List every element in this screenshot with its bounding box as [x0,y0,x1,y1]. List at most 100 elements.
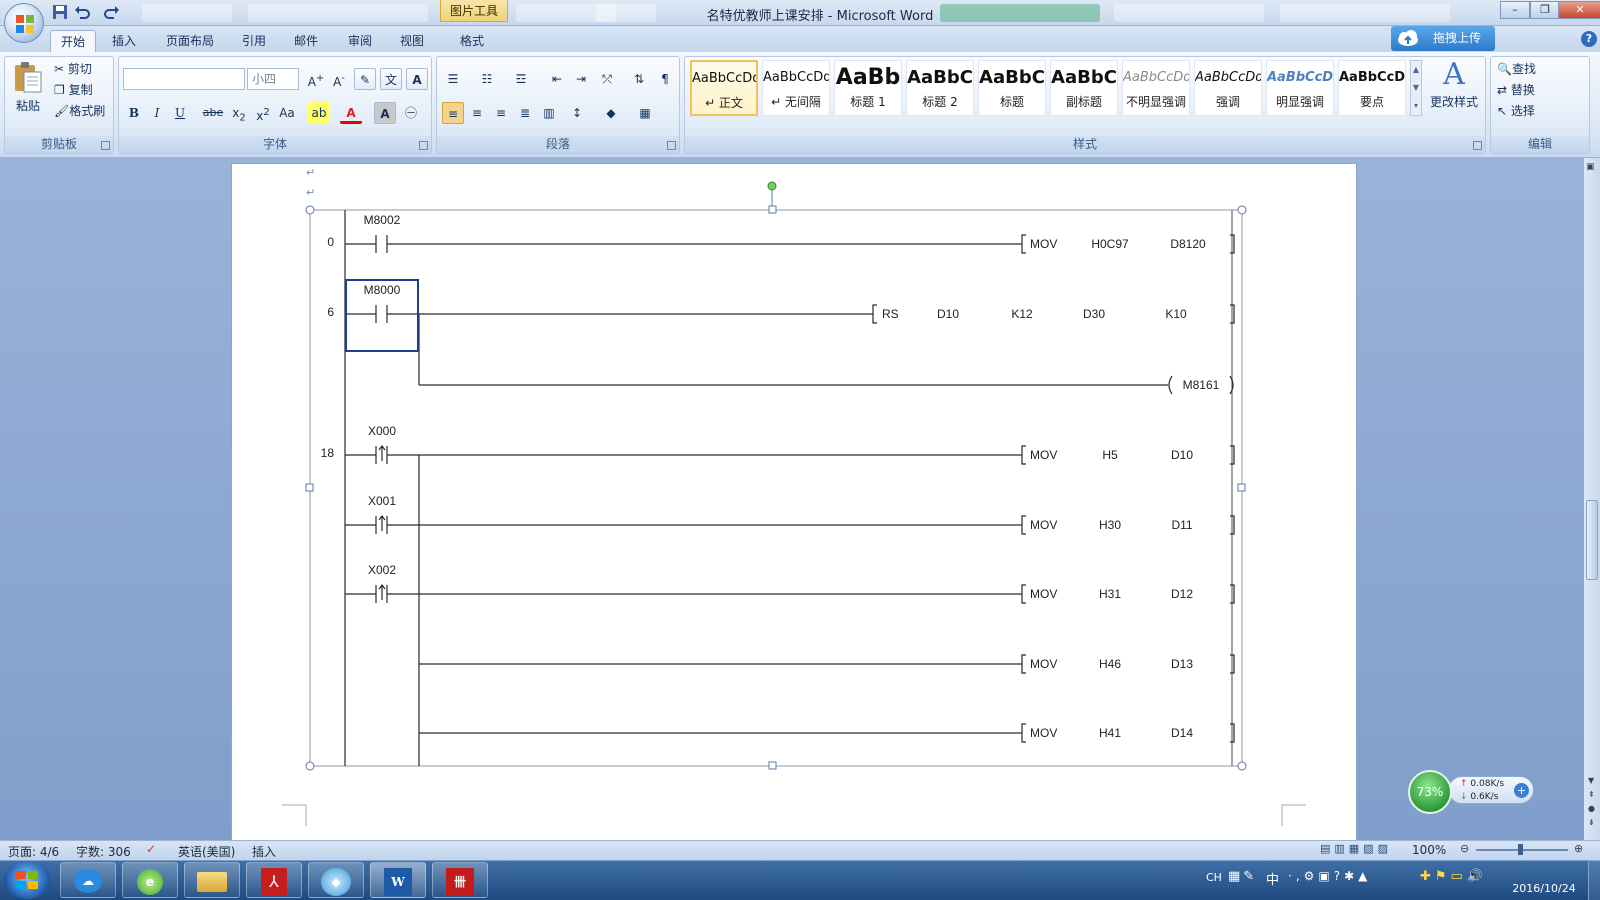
shrink-font-button[interactable]: A- [328,68,350,90]
sort-icon[interactable]: ⇅ [628,68,650,90]
text-direction-icon[interactable]: ⤱ [596,68,618,90]
rotate-handle[interactable] [767,181,777,191]
cut-button[interactable]: ✂ 剪切 [54,59,92,79]
zoom-in-icon[interactable]: ⊕ [1574,842,1583,855]
taskbar-app-dolphin[interactable]: ◆ [308,862,364,898]
tab-mailings[interactable]: 邮件 [284,30,328,52]
style-emphasis[interactable]: AaBbCcDd 强调 [1194,60,1262,116]
style-normal[interactable]: AaBbCcDd ↵ 正文 [690,60,758,116]
bullets-icon[interactable]: ☰ [442,68,464,90]
char-border-icon[interactable]: A [406,68,428,90]
styles-scroll[interactable]: ▲ ▼ ▾ [1410,60,1422,116]
shading-icon[interactable]: ◆ [600,102,622,124]
bold-button[interactable]: B [123,102,145,124]
find-button[interactable]: 🔍查找 [1497,59,1536,79]
ruler-toggle-icon[interactable]: ▣ [1586,162,1595,172]
clear-format-icon[interactable]: ✎ [354,68,376,90]
office-button[interactable] [4,3,44,43]
tab-review[interactable]: 审阅 [338,30,382,52]
tab-format[interactable]: 格式 [450,30,494,52]
style-subtitle[interactable]: AaBbC 副标题 [1050,60,1118,116]
font-size-combo[interactable]: 小四 [247,68,299,90]
close-button[interactable]: ✕ [1558,1,1600,19]
change-styles-button[interactable]: A 更改样式 [1426,58,1482,128]
zoom-out-icon[interactable]: ⊖ [1460,842,1469,855]
proofing-icon[interactable]: ✓ [146,842,156,856]
save-icon[interactable] [52,4,68,20]
align-right-icon[interactable]: ≡ [490,102,512,124]
taskbar-app-browser[interactable]: e [122,862,178,898]
font-name-combo[interactable] [123,68,245,90]
dialog-launcher-icon[interactable] [1473,141,1482,150]
align-left-icon[interactable]: ≡ [442,102,464,124]
selection-handles[interactable] [305,205,1247,771]
enclose-char-icon[interactable]: ㊀ [400,102,422,124]
system-clock[interactable]: 2016/10/24 [1504,862,1584,898]
taskbar-app-cloud[interactable]: ☁ [60,862,116,898]
copy-button[interactable]: ❐ 复制 [54,80,93,100]
align-center-icon[interactable]: ≡ [466,102,488,124]
add-icon[interactable]: + [1514,783,1529,798]
format-painter-button[interactable]: 🖌格式刷 [54,101,105,121]
insert-mode[interactable]: 插入 [252,843,276,860]
paste-button[interactable]: 粘贴 [16,96,40,116]
help-icon[interactable]: ? [1581,31,1597,47]
browse-object-icons[interactable]: ▼ ⇞ ● ⇟ [1588,774,1595,830]
tab-home[interactable]: 开始 [50,30,97,52]
style-intense-emphasis[interactable]: AaBbCcDd 明显强调 [1266,60,1334,116]
superscript-button[interactable]: x2 [252,102,274,124]
start-button[interactable] [4,861,50,899]
strikethrough-button[interactable]: abe [202,102,224,124]
char-shading-icon[interactable]: A [374,102,396,124]
tab-view[interactable]: 视图 [390,30,434,52]
undo-icon[interactable] [74,4,90,20]
view-buttons[interactable]: ▤▥▦▧▨ [1320,842,1406,858]
word-count[interactable]: 字数: 306 [76,843,131,860]
dialog-launcher-icon[interactable] [419,141,428,150]
zoom-slider-thumb[interactable] [1518,844,1523,855]
style-no-spacing[interactable]: AaBbCcDd ↵ 无间隔 [762,60,830,116]
tray-icons[interactable]: ✚⚑▭🔊 [1420,869,1487,884]
tab-insert[interactable]: 插入 [102,30,146,52]
taskbar-app-word[interactable]: W [370,862,426,898]
style-subtle-emphasis[interactable]: AaBbCcDd 不明显强调 [1122,60,1190,116]
taskbar-app-explorer[interactable] [184,862,240,898]
taskbar-app-editor[interactable]: 卌 [432,862,488,898]
style-heading-1[interactable]: AaBb 标题 1 [834,60,902,116]
paste-icon[interactable] [12,60,44,94]
taskbar-app-pdf[interactable]: ⅄ [246,862,302,898]
vertical-scrollbar[interactable] [1584,158,1600,840]
italic-button[interactable]: I [146,102,168,124]
upload-button[interactable]: 拖拽上传 [1391,26,1495,51]
line-spacing-icon[interactable]: ↕ [566,102,588,124]
tray-icons[interactable]: ▦✎ [1228,869,1257,884]
scrollbar-thumb[interactable] [1586,500,1598,580]
tab-references[interactable]: 引用 [232,30,276,52]
tray-icons[interactable]: ·,⚙▣?✱▲ [1288,869,1371,883]
multilevel-list-icon[interactable]: ☲ [510,68,532,90]
dialog-launcher-icon[interactable] [667,141,676,150]
restore-button[interactable]: ❐ [1530,1,1560,19]
underline-button[interactable]: U [169,102,191,124]
tab-page-layout[interactable]: 页面布局 [156,30,224,52]
dialog-launcher-icon[interactable] [101,141,110,150]
phonetic-icon[interactable]: 文 [380,68,402,90]
show-desktop-button[interactable] [1588,860,1600,900]
style-heading-2[interactable]: AaBbC 标题 2 [906,60,974,116]
ladder-diagram-image[interactable]: 0 M8002 MOV H0C97 D8120 6 M8000 RS D10 K… [300,180,1272,782]
ime-indicator[interactable]: CH [1206,871,1222,884]
font-color-icon[interactable]: A [340,102,362,124]
style-title[interactable]: AaBbC 标题 [978,60,1046,116]
network-speed-widget[interactable]: 73% ↑ 0.08K/s ↓ 0.6K/s + [1408,770,1534,814]
justify-icon[interactable]: ≣ [514,102,536,124]
style-strong[interactable]: AaBbCcDd 要点 [1338,60,1406,116]
show-marks-icon[interactable]: ¶ [654,68,676,90]
redo-icon[interactable] [104,4,120,20]
language-indicator[interactable]: 英语(美国) [178,843,235,860]
ime-mode[interactable]: 中 [1266,869,1279,888]
zoom-level[interactable]: 100% [1412,843,1446,857]
highlight-icon[interactable]: ab [308,102,330,124]
distributed-icon[interactable]: ▥ [538,102,560,124]
grow-font-button[interactable]: A+ [305,68,327,90]
numbering-icon[interactable]: ☷ [476,68,498,90]
